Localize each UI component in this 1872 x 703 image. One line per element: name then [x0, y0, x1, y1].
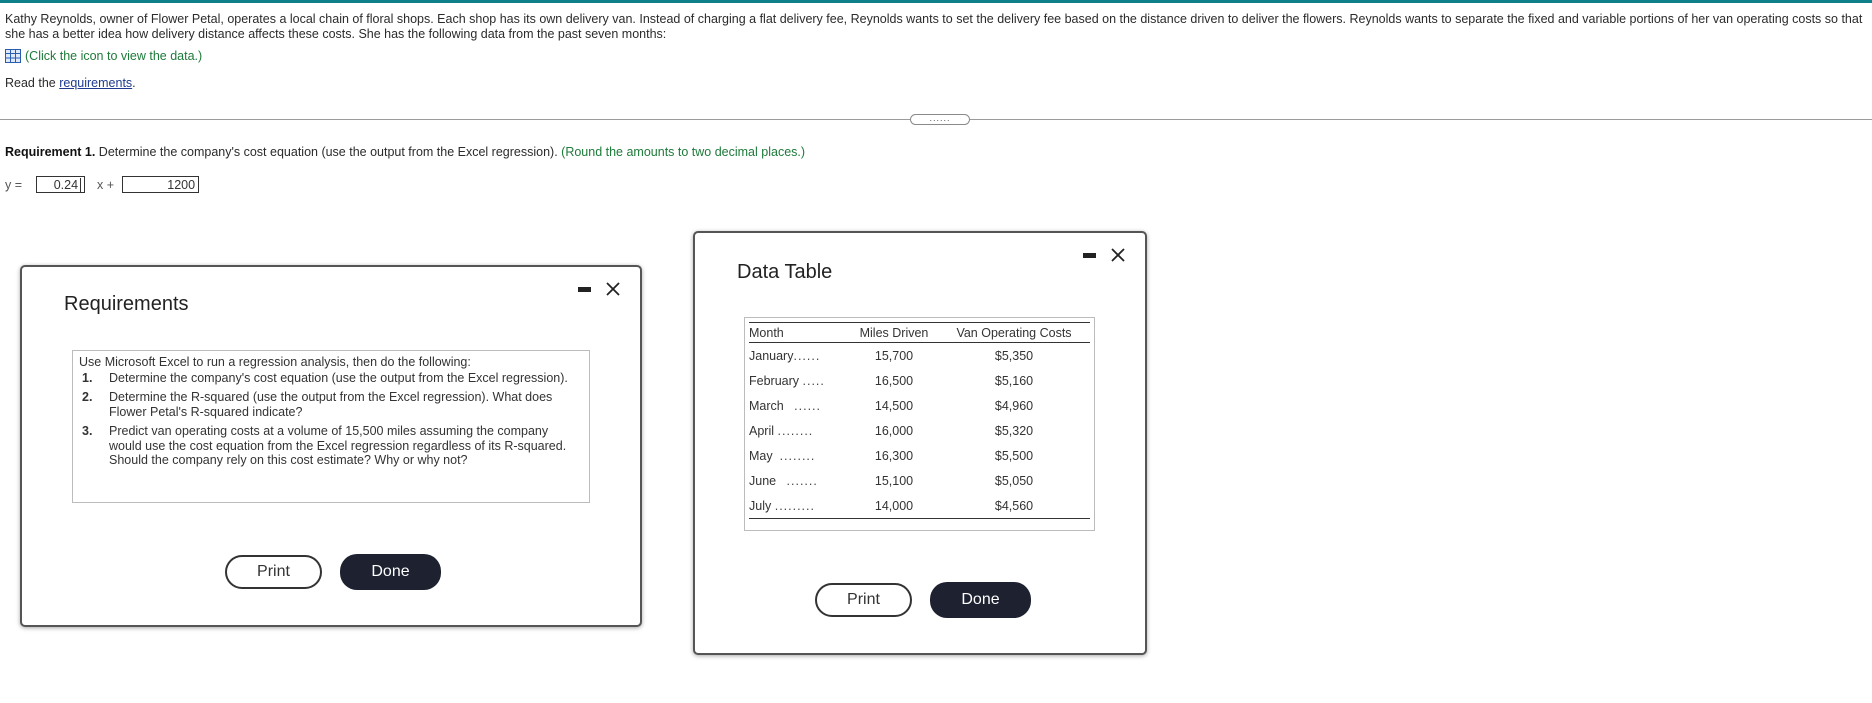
- table-header-row: Month Miles Driven Van Operating Costs: [749, 322, 1090, 343]
- row-month: July: [749, 498, 772, 513]
- row-cost: $5,160: [994, 373, 1034, 388]
- requirement-1-prompt: Requirement 1. Determine the company's c…: [5, 145, 805, 159]
- row-miles: 15,100: [874, 473, 914, 488]
- view-data-link[interactable]: (Click the icon to view the data.): [5, 49, 202, 63]
- leader-dots: ......: [793, 348, 821, 363]
- print-button[interactable]: Print: [815, 583, 912, 617]
- data-table-dialog: Data Table Month Miles Driven Van Operat…: [693, 231, 1147, 655]
- row-cost: $5,350: [994, 348, 1034, 363]
- slope-value: 0.24: [54, 177, 82, 192]
- table-grid-icon[interactable]: [5, 49, 21, 63]
- header-miles: Miles Driven: [859, 325, 929, 340]
- row-cost: $4,960: [994, 398, 1034, 413]
- cost-equation: y = 0.24 x + 1200: [5, 176, 200, 193]
- row-month: May: [749, 448, 773, 463]
- requirement-number: 2.: [82, 390, 93, 404]
- row-month: April: [749, 423, 775, 438]
- requirement-1-hint: (Round the amounts to two decimal places…: [561, 145, 806, 159]
- row-miles: 16,500: [874, 373, 914, 388]
- leader-dots: .........: [774, 498, 815, 513]
- row-month: January: [749, 348, 794, 363]
- leader-dots: ........: [779, 448, 816, 463]
- row-miles: 14,500: [874, 398, 914, 413]
- row-miles: 16,300: [874, 448, 914, 463]
- intercept-value: 1200: [167, 177, 196, 192]
- resize-handle[interactable]: ......: [910, 114, 970, 125]
- requirements-link[interactable]: requirements: [59, 76, 132, 90]
- leader-dots: .......: [786, 473, 818, 488]
- equation-x-label: x +: [97, 177, 115, 192]
- close-icon[interactable]: [605, 281, 621, 297]
- data-table-frame: Month Miles Driven Van Operating Costs J…: [744, 317, 1095, 531]
- equation-y-label: y =: [5, 177, 23, 192]
- requirement-item: 2. Determine the R-squared (use the outpu…: [79, 390, 583, 419]
- requirements-dialog-title: Requirements: [64, 293, 189, 315]
- row-month: February: [749, 373, 800, 388]
- requirement-text: Predict van operating costs at a volume …: [109, 424, 567, 467]
- row-month: March: [749, 398, 784, 413]
- row-miles: 15,700: [874, 348, 914, 363]
- read-requirements-line: Read the requirements.: [5, 76, 136, 90]
- table-row: July ......... 14,000 $4,560: [749, 493, 1090, 519]
- requirement-item: 1. Determine the company's cost equation …: [79, 371, 583, 386]
- row-cost: $4,560: [994, 498, 1034, 513]
- row-month: June: [749, 473, 777, 488]
- header-month: Month: [749, 325, 784, 340]
- minimize-icon[interactable]: [578, 286, 591, 292]
- header-cost: Van Operating Costs: [938, 322, 1090, 343]
- table-row: June ....... 15,100 $5,050: [749, 468, 1090, 493]
- problem-intro-text: Kathy Reynolds, owner of Flower Petal, o…: [5, 12, 1863, 41]
- intercept-input[interactable]: 1200: [122, 176, 200, 193]
- data-table: Month Miles Driven Van Operating Costs J…: [749, 322, 1090, 519]
- requirements-content: Use Microsoft Excel to run a regression …: [72, 350, 590, 503]
- read-suffix: .: [132, 76, 136, 90]
- requirement-text: Determine the R-squared (use the output …: [109, 390, 553, 419]
- row-cost: $5,050: [994, 473, 1034, 488]
- table-row: April ........ 16,000 $5,320: [749, 418, 1090, 443]
- row-miles: 16,000: [874, 423, 914, 438]
- data-table-window-controls: [1083, 247, 1126, 263]
- table-row: February ..... 16,500 $5,160: [749, 368, 1090, 393]
- leader-dots: .....: [802, 373, 825, 388]
- table-row: January...... 15,700 $5,350: [749, 343, 1090, 369]
- requirement-1-label: Requirement 1.: [5, 145, 96, 159]
- requirement-item: 3. Predict van operating costs at a volum…: [79, 424, 583, 468]
- requirements-window-controls: [578, 281, 621, 297]
- data-table-dialog-title: Data Table: [737, 261, 833, 283]
- view-data-link-label[interactable]: (Click the icon to view the data.): [25, 49, 202, 63]
- requirement-number: 3.: [82, 424, 93, 438]
- row-cost: $5,320: [994, 423, 1034, 438]
- leader-dots: ......: [794, 398, 821, 413]
- done-button[interactable]: Done: [340, 554, 441, 590]
- requirement-text: Determine the company's cost equation (u…: [109, 370, 568, 385]
- print-button[interactable]: Print: [225, 555, 322, 589]
- close-icon[interactable]: [1110, 247, 1126, 263]
- minimize-icon[interactable]: [1083, 252, 1096, 258]
- row-cost: $5,500: [994, 448, 1034, 463]
- read-prefix: Read the: [5, 76, 56, 90]
- table-row: May ........ 16,300 $5,500: [749, 443, 1090, 468]
- requirements-list: 1. Determine the company's cost equation …: [79, 371, 583, 468]
- requirement-number: 1.: [82, 370, 93, 385]
- top-accent-bar: [0, 0, 1872, 3]
- requirement-1-text: Determine the company's cost equation (u…: [98, 145, 558, 159]
- slope-input[interactable]: 0.24: [36, 176, 86, 193]
- row-miles: 14,000: [874, 498, 914, 513]
- table-row: March ...... 14,500 $4,960: [749, 393, 1090, 418]
- done-button[interactable]: Done: [930, 582, 1031, 618]
- requirements-intro: Use Microsoft Excel to run a regression …: [79, 355, 471, 369]
- requirements-dialog: Requirements Use Microsoft Excel to run …: [20, 265, 642, 627]
- leader-dots: ........: [777, 423, 814, 438]
